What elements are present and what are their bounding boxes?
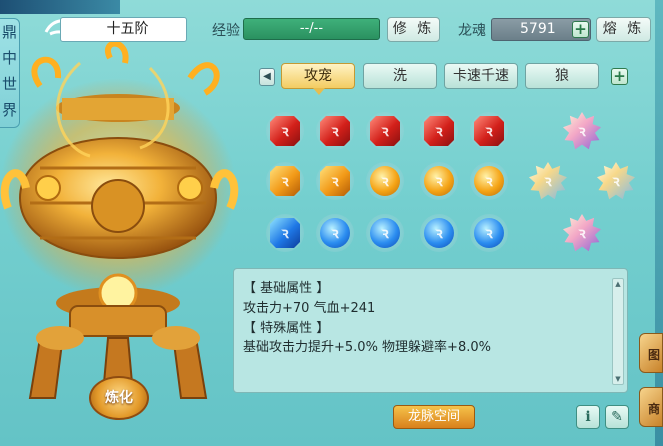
rank-display: 十五阶 (60, 17, 187, 42)
gem-glyph: ꝛ (485, 122, 493, 140)
add-tab-button[interactable]: + (611, 68, 628, 85)
red-gem-icon[interactable]: ꝛ (474, 116, 504, 146)
gem-glyph: ꝛ (381, 224, 389, 242)
tab-lang[interactable]: 狼 (525, 63, 599, 89)
gem-glyph: ꝛ (578, 224, 586, 242)
scroll-up-icon[interactable]: ▲ (613, 279, 623, 289)
star-gem-right-icon[interactable]: ꝛ (597, 162, 635, 200)
gem-glyph: ꝛ (544, 172, 552, 190)
attributes-panel: 【 基础属性 】 攻击力+70 气血+241 【 特殊属性 】 基础攻击力提升+… (233, 268, 628, 393)
gem-glyph: ꝛ (578, 122, 586, 140)
edit-icon[interactable]: ✎ (605, 405, 629, 429)
star-gem-left-icon[interactable]: ꝛ (529, 162, 567, 200)
red-gem-icon[interactable]: ꝛ (270, 116, 300, 146)
scroll-down-icon[interactable]: ▼ (613, 374, 623, 384)
gem-glyph: ꝛ (612, 172, 620, 190)
xiulian-button[interactable]: 修 炼 (387, 17, 440, 42)
tab-kasu[interactable]: 卡速千速 (444, 63, 518, 89)
blue-gem-icon[interactable]: ꝛ (370, 218, 400, 248)
gem-glyph: ꝛ (435, 172, 443, 190)
right-tab-2[interactable]: 商 (639, 387, 663, 427)
right-tab-1[interactable]: 图 (639, 333, 663, 373)
special-attr-header: 【 特殊属性 】 (243, 321, 330, 336)
gem-glyph: ꝛ (331, 224, 339, 242)
gem-glyph: ꝛ (485, 172, 493, 190)
blue-gem-icon[interactable]: ꝛ (270, 218, 300, 248)
gem-glyph: ꝛ (435, 224, 443, 242)
exp-label: 经验 (212, 23, 240, 39)
gem-glyph: ꝛ (331, 172, 339, 190)
blue-gem-icon[interactable]: ꝛ (474, 218, 504, 248)
gold-gem-icon[interactable]: ꝛ (370, 166, 400, 196)
orange-gem-icon[interactable]: ꝛ (270, 166, 300, 196)
add-soul-button[interactable]: + (572, 21, 589, 38)
red-gem-icon[interactable]: ꝛ (320, 116, 350, 146)
orange-gem-icon[interactable]: ꝛ (320, 166, 350, 196)
ronglian-button[interactable]: 熔 炼 (596, 17, 651, 42)
right-edge-tabs: 图 商 (637, 325, 663, 446)
basic-attr-values: 攻击力+70 气血+241 (243, 301, 376, 316)
right-tab-1-label: 图 (647, 348, 660, 362)
gem-glyph: ꝛ (281, 122, 289, 140)
dragon-cauldron-window: 鼎 中 世 界 炼化 十五阶 经验 --/-- 修 炼 龙魂 5791 + 熔 … (0, 0, 663, 446)
gem-glyph: ꝛ (381, 122, 389, 140)
star-gem-top-icon[interactable]: ꝛ (563, 112, 601, 150)
prev-tab-arrow-icon[interactable]: ◀ (259, 68, 275, 86)
soul-label: 龙魂 (458, 23, 486, 39)
tab-gongchong[interactable]: 攻宠 (281, 63, 355, 95)
blue-gem-icon[interactable]: ꝛ (320, 218, 350, 248)
gold-gem-icon[interactable]: ꝛ (424, 166, 454, 196)
gem-glyph: ꝛ (485, 224, 493, 242)
basic-attr-header: 【 基础属性 】 (243, 281, 330, 296)
gold-gem-icon[interactable]: ꝛ (474, 166, 504, 196)
gem-glyph: ꝛ (281, 224, 289, 242)
star-gem-bottom-icon[interactable]: ꝛ (563, 214, 601, 252)
tab-xi[interactable]: 洗 (363, 63, 437, 89)
gem-glyph: ꝛ (435, 122, 443, 140)
gem-glyph: ꝛ (281, 172, 289, 190)
special-attr-values: 基础攻击力提升+5.0% 物理躲避率+8.0% (243, 340, 491, 355)
gem-glyph: ꝛ (381, 172, 389, 190)
longmai-space-button[interactable]: 龙脉空间 (393, 405, 475, 429)
right-tab-2-label: 商 (647, 402, 660, 416)
blue-gem-icon[interactable]: ꝛ (424, 218, 454, 248)
attributes-scrollbar[interactable]: ▲ ▼ (612, 278, 624, 385)
lianhua-button[interactable]: 炼化 (89, 376, 149, 420)
exp-progress-bar: --/-- (243, 18, 380, 40)
red-gem-icon[interactable]: ꝛ (370, 116, 400, 146)
gem-glyph: ꝛ (331, 122, 339, 140)
info-icon[interactable]: i (576, 405, 600, 429)
red-gem-icon[interactable]: ꝛ (424, 116, 454, 146)
